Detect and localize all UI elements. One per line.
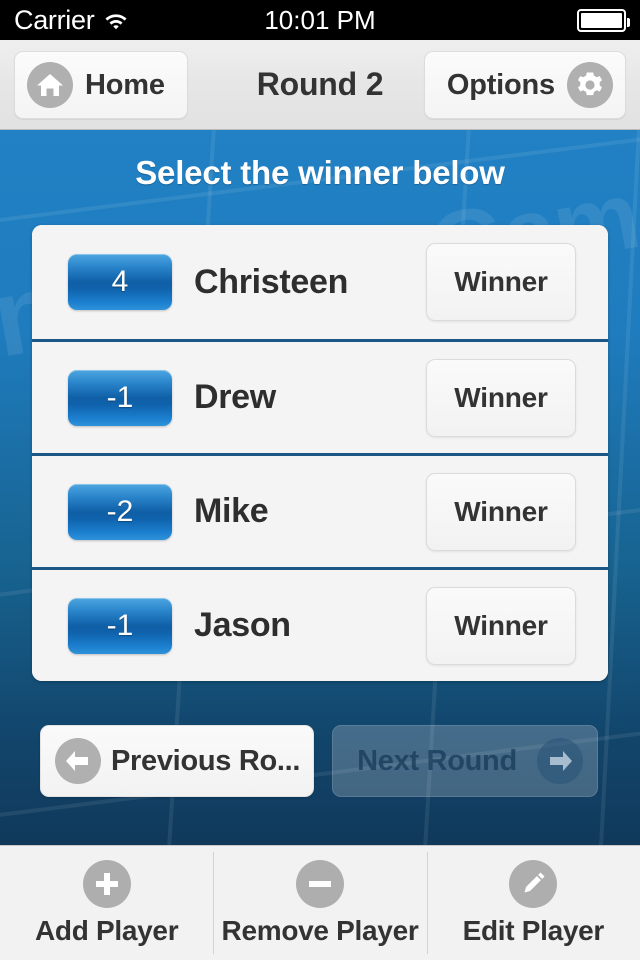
game-board: Scor Game n Select the winner below 4 Ch… <box>0 130 640 845</box>
player-list: 4 Christeen Winner -1 Drew Winner -2 Mik… <box>32 225 608 681</box>
table-row[interactable]: -2 Mike Winner <box>32 453 608 567</box>
arrow-right-icon <box>537 738 583 784</box>
app-screen: Carrier 10:01 PM Home Round 2 Options Se… <box>0 0 640 960</box>
add-player-button[interactable]: Add Player <box>0 846 213 960</box>
winner-button[interactable]: Winner <box>426 472 576 551</box>
home-button-label: Home <box>85 68 165 101</box>
home-icon <box>27 62 73 108</box>
table-row[interactable]: -1 Jason Winner <box>32 567 608 681</box>
instruction-text: Select the winner below <box>135 154 505 191</box>
player-name: Drew <box>194 378 276 416</box>
carrier-label: Carrier <box>14 4 95 35</box>
bottom-toolbar: Add Player Remove Player Edit Player <box>0 845 640 960</box>
remove-player-button[interactable]: Remove Player <box>213 846 426 960</box>
edit-player-button[interactable]: Edit Player <box>426 846 640 960</box>
score-badge: 4 <box>68 254 172 310</box>
status-bar-right <box>577 8 630 32</box>
winner-button[interactable]: Winner <box>426 586 576 665</box>
table-row[interactable]: -1 Drew Winner <box>32 339 608 453</box>
table-row[interactable]: 4 Christeen Winner <box>32 225 608 339</box>
battery-fill <box>581 12 622 28</box>
edit-player-label: Edit Player <box>462 914 605 946</box>
minus-icon <box>295 859 344 908</box>
pencil-icon <box>509 859 558 908</box>
score-badge: -1 <box>68 597 172 654</box>
navigation-bar: Home Round 2 Options <box>0 40 640 130</box>
arrow-left-icon <box>55 738 101 784</box>
score-badge: -2 <box>68 483 172 540</box>
winner-button[interactable]: Winner <box>426 243 576 321</box>
status-bar-left: Carrier <box>14 4 129 35</box>
plus-icon <box>82 859 131 908</box>
next-round-label: Next Round <box>357 744 517 777</box>
next-round-button[interactable]: Next Round <box>332 725 598 797</box>
remove-player-label: Remove Player <box>221 914 419 946</box>
status-bar: Carrier 10:01 PM <box>0 0 640 40</box>
wifi-icon <box>103 10 129 30</box>
previous-round-button[interactable]: Previous Ro... <box>40 725 314 797</box>
options-button-label: Options <box>446 68 555 101</box>
score-badge: -1 <box>68 369 172 426</box>
previous-round-label: Previous Ro... <box>111 744 299 777</box>
home-button[interactable]: Home <box>14 51 188 119</box>
add-player-label: Add Player <box>35 914 179 946</box>
winner-button[interactable]: Winner <box>426 358 576 437</box>
battery-icon <box>577 8 630 32</box>
player-name: Jason <box>194 606 291 644</box>
round-navigation: Previous Ro... Next Round <box>40 725 600 797</box>
options-button[interactable]: Options <box>423 51 626 119</box>
gear-icon <box>567 62 613 108</box>
player-name: Christeen <box>194 262 349 301</box>
player-name: Mike <box>194 492 269 530</box>
